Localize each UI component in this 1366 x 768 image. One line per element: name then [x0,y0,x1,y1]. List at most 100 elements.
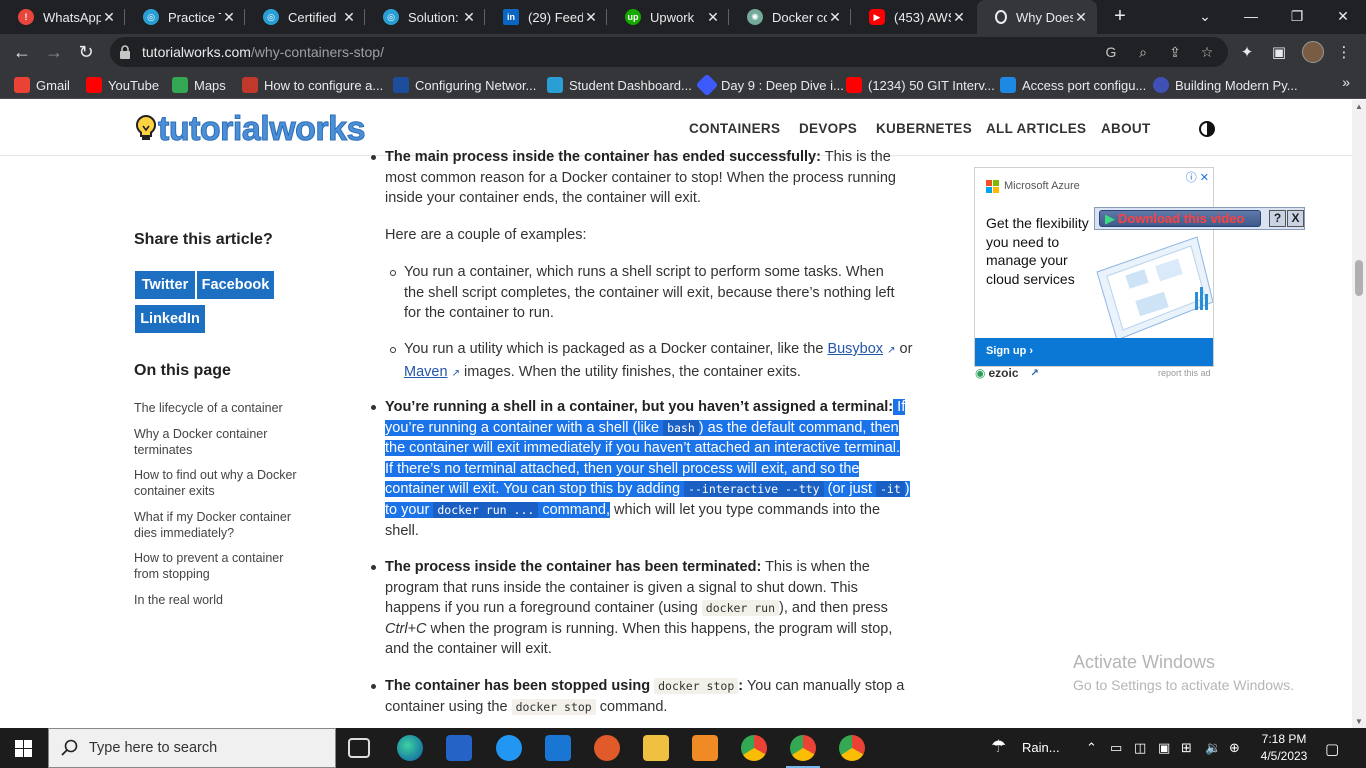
mail-icon[interactable] [545,735,571,761]
google-lens-icon[interactable]: G [1102,43,1120,61]
chrome-icon[interactable] [741,735,767,761]
bookmark-star-icon[interactable]: ☆ [1198,43,1216,61]
bookmark-day9[interactable]: Day 9 : Deep Dive i... [695,73,844,97]
bookmark-student-dashboard[interactable]: Student Dashboard... [547,76,692,94]
ezoic-badge[interactable]: ◉ ezoic ↗ [975,366,1039,380]
close-icon[interactable]: ✕ [827,9,843,26]
windows-start-icon[interactable] [15,740,32,757]
app-icon[interactable] [496,735,522,761]
file-explorer-icon[interactable] [643,735,669,761]
tab-solution[interactable]: ◎ Solution: I ✕ [365,0,485,34]
tab-whatsapp[interactable]: ! WhatsApp ✕ [0,0,125,34]
tab-linkedin[interactable]: in (29) Feed | ✕ [485,0,607,34]
language-icon[interactable]: ⊕ [1229,740,1240,756]
battery-icon[interactable]: ▭ [1110,740,1122,756]
toc-item[interactable]: How to prevent a container from stopping [134,550,294,582]
app-icon[interactable] [594,735,620,761]
share-icon[interactable]: ⇪ [1166,43,1184,61]
close-icon[interactable]: ✕ [705,9,721,26]
back-icon[interactable]: ← [10,40,34,64]
camera-icon[interactable]: ▣ [1158,740,1170,756]
scroll-up-icon[interactable]: ▲ [1355,102,1363,111]
linkedin-share-button[interactable]: LinkedIn [135,305,205,333]
edge-icon[interactable] [397,735,423,761]
close-icon[interactable]: ✕ [951,9,967,26]
show-hidden-icons[interactable]: ⌃ [1086,740,1097,756]
ad-signup-button[interactable]: Sign up › [975,338,1213,366]
close-icon[interactable]: ✕ [461,9,477,26]
bookmark-building-modern[interactable]: Building Modern Py... [1153,76,1298,94]
address-bar[interactable]: tutorialworks.com/why-containers-stop/ G… [110,37,1228,67]
bookmark-maps[interactable]: Maps [172,76,226,94]
profile-avatar[interactable] [1302,41,1324,63]
help-icon[interactable]: ? [1269,210,1286,227]
maven-link[interactable]: Maven [404,364,448,380]
menu-icon[interactable]: ⋮ [1334,43,1354,63]
close-icon[interactable]: ✕ [1073,9,1089,26]
bookmark-networking[interactable]: Configuring Networ... [393,76,536,94]
tab-upwork[interactable]: up Upwork ✕ [607,0,729,34]
close-icon[interactable]: X [1287,210,1304,227]
download-video-button[interactable]: ▶ Download this video [1099,210,1261,227]
tab-why-does[interactable]: Why Does ✕ [977,0,1097,34]
toc-item[interactable]: How to find out why a Docker container e… [134,467,309,499]
theme-toggle-icon[interactable] [1198,120,1216,138]
toc-item[interactable]: Why a Docker container terminates [134,426,284,458]
notifications-icon[interactable]: ▢ [1325,740,1339,758]
busybox-link[interactable]: Busybox [827,341,883,357]
display-icon[interactable]: ⊞ [1181,740,1192,756]
minimize-button[interactable]: — [1228,0,1274,34]
more-bookmarks-icon[interactable]: » [1342,74,1350,90]
tab-practice[interactable]: ◎ Practice Te ✕ [125,0,245,34]
report-ad-link[interactable]: report this ad [1158,368,1211,378]
scroll-down-icon[interactable]: ▼ [1355,717,1363,726]
tab-aws[interactable]: ▶ (453) AWS ✕ [851,0,975,34]
reload-icon[interactable]: ↻ [74,40,98,64]
close-icon[interactable]: ✕ [341,9,357,26]
nav-devops[interactable]: DEVOPS [799,121,857,136]
app-icon[interactable] [692,735,718,761]
toc-item[interactable]: In the real world [134,592,314,608]
taskbar-search-input[interactable]: Type here to search [48,728,336,768]
task-view-icon[interactable] [348,738,370,758]
clock[interactable]: 7:18 PM 4/5/2023 [1254,731,1314,765]
bookmark-configure[interactable]: How to configure a... [242,76,383,94]
extensions-icon[interactable]: ✦ [1237,43,1257,63]
twitter-share-button[interactable]: Twitter [135,271,195,299]
bookmark-git-interview[interactable]: (1234) 50 GIT Interv... [846,76,995,94]
weather-icon[interactable]: ☂ [991,737,1006,757]
toc-item[interactable]: The lifecycle of a container [134,400,314,416]
bookmark-gmail[interactable]: Gmail [14,76,70,94]
bookmark-access-port[interactable]: Access port configu... [1000,76,1146,94]
forward-icon[interactable]: → [42,40,66,64]
toc-item[interactable]: What if my Docker container dies immedia… [134,509,309,541]
nav-containers[interactable]: CONTAINERS [689,121,780,136]
adchoices-icon[interactable]: ⓘ ✕ [1186,169,1209,185]
scroll-thumb[interactable] [1355,260,1363,296]
close-icon[interactable]: ✕ [101,9,117,26]
zoom-icon[interactable]: ⌕ [1134,43,1152,61]
site-logo[interactable]: tutorialworks [134,111,366,148]
close-icon[interactable]: ✕ [221,9,237,26]
tab-certified[interactable]: ◎ Certified K ✕ [245,0,365,34]
nav-all-articles[interactable]: ALL ARTICLES [986,121,1086,136]
chrome-profile-icon[interactable] [839,735,865,761]
volume-icon[interactable]: 🔉 [1205,740,1221,756]
facebook-share-button[interactable]: Facebook [197,271,274,299]
azure-ad[interactable]: Microsoft Azure ⓘ ✕ Get the flexibility … [974,167,1214,367]
new-tab-button[interactable]: + [1108,4,1132,28]
side-panel-icon[interactable]: ▣ [1269,43,1289,63]
store-icon[interactable] [446,735,472,761]
nav-kubernetes[interactable]: KUBERNETES [876,121,972,136]
tab-docker[interactable]: ✺ Docker co ✕ [729,0,851,34]
bookmark-youtube[interactable]: YouTube [86,76,159,94]
chrome-icon[interactable] [786,735,820,768]
close-window-button[interactable]: ✕ [1320,0,1366,34]
nav-about[interactable]: ABOUT [1101,121,1151,136]
network-icon[interactable]: ◫ [1134,740,1146,756]
page-scrollbar[interactable]: ▲ ▼ [1352,100,1366,728]
close-icon[interactable]: ✕ [583,9,599,26]
weather-text[interactable]: Rain... [1022,740,1060,755]
restore-button[interactable]: ❐ [1274,0,1320,34]
tab-search-icon[interactable]: ⌄ [1182,0,1228,34]
